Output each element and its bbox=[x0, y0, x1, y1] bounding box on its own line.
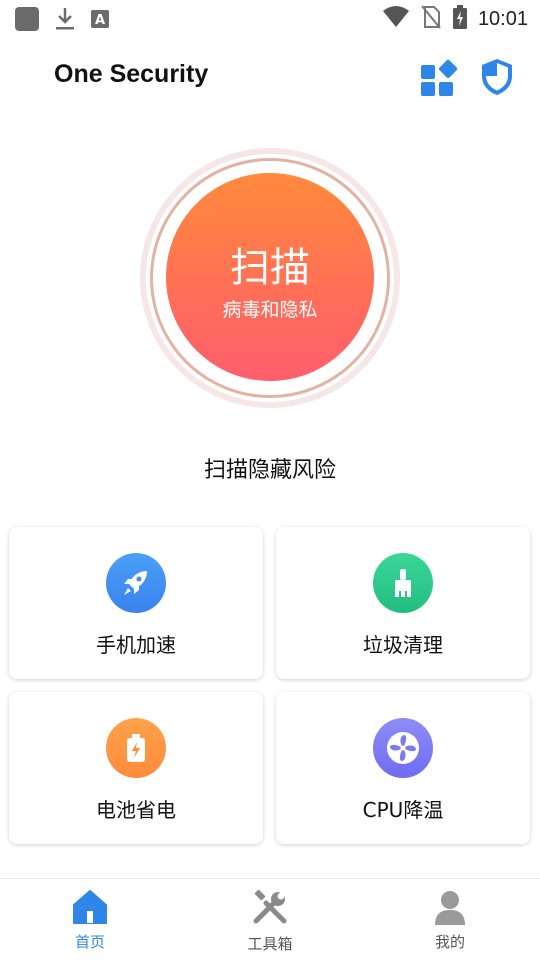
app-bar: One Security bbox=[0, 50, 540, 106]
scan-subtitle: 病毒和隐私 bbox=[222, 299, 318, 321]
clock: 10:01 bbox=[477, 7, 528, 30]
scan-caption: 扫描隐藏风险 bbox=[203, 458, 336, 483]
nav-label-toolbox: 工具箱 bbox=[247, 935, 293, 953]
shield-icon bbox=[476, 59, 518, 102]
download-icon bbox=[54, 6, 76, 36]
battery-icon bbox=[106, 718, 166, 778]
wifi-icon bbox=[382, 5, 410, 33]
rocket-icon bbox=[106, 553, 166, 613]
nav-label-profile: 我的 bbox=[434, 933, 465, 951]
nav-label-home: 首页 bbox=[74, 933, 105, 951]
fan-icon bbox=[373, 718, 433, 778]
battery-charging-icon bbox=[452, 4, 468, 34]
feature-card-phone-boost[interactable]: 手机加速 bbox=[9, 527, 263, 679]
bottom-nav: 首页 工具箱 我的 bbox=[0, 878, 540, 960]
nav-item-home[interactable]: 首页 bbox=[0, 879, 180, 961]
scan-area: 扫描 病毒和隐私 bbox=[140, 148, 400, 408]
feature-label: CPU降温 bbox=[362, 798, 444, 822]
shield-button[interactable] bbox=[476, 56, 518, 98]
apps-grid-icon bbox=[418, 59, 458, 102]
app-title: One Security bbox=[54, 60, 209, 88]
status-bar: A 10:01 bbox=[0, 0, 540, 36]
keyboard-a-icon: A bbox=[90, 9, 110, 33]
scan-title: 扫描 bbox=[230, 245, 310, 291]
nav-item-toolbox[interactable]: 工具箱 bbox=[180, 879, 360, 961]
broom-icon bbox=[373, 553, 433, 613]
app-square-icon bbox=[14, 6, 40, 36]
feature-card-junk-clean[interactable]: 垃圾清理 bbox=[276, 527, 530, 679]
svg-text:A: A bbox=[95, 13, 105, 28]
feature-card-cpu-cool[interactable]: CPU降温 bbox=[276, 692, 530, 844]
tools-icon bbox=[250, 887, 290, 927]
scan-button[interactable]: 扫描 病毒和隐私 bbox=[166, 173, 374, 381]
profile-icon bbox=[430, 887, 470, 927]
feature-label: 垃圾清理 bbox=[363, 633, 443, 657]
nav-item-profile[interactable]: 我的 bbox=[360, 879, 540, 961]
feature-label: 手机加速 bbox=[96, 633, 176, 657]
feature-card-battery-save[interactable]: 电池省电 bbox=[9, 692, 263, 844]
apps-grid-button[interactable] bbox=[418, 58, 458, 98]
home-icon bbox=[70, 887, 110, 927]
feature-label: 电池省电 bbox=[96, 798, 176, 822]
no-sim-icon bbox=[420, 4, 442, 34]
